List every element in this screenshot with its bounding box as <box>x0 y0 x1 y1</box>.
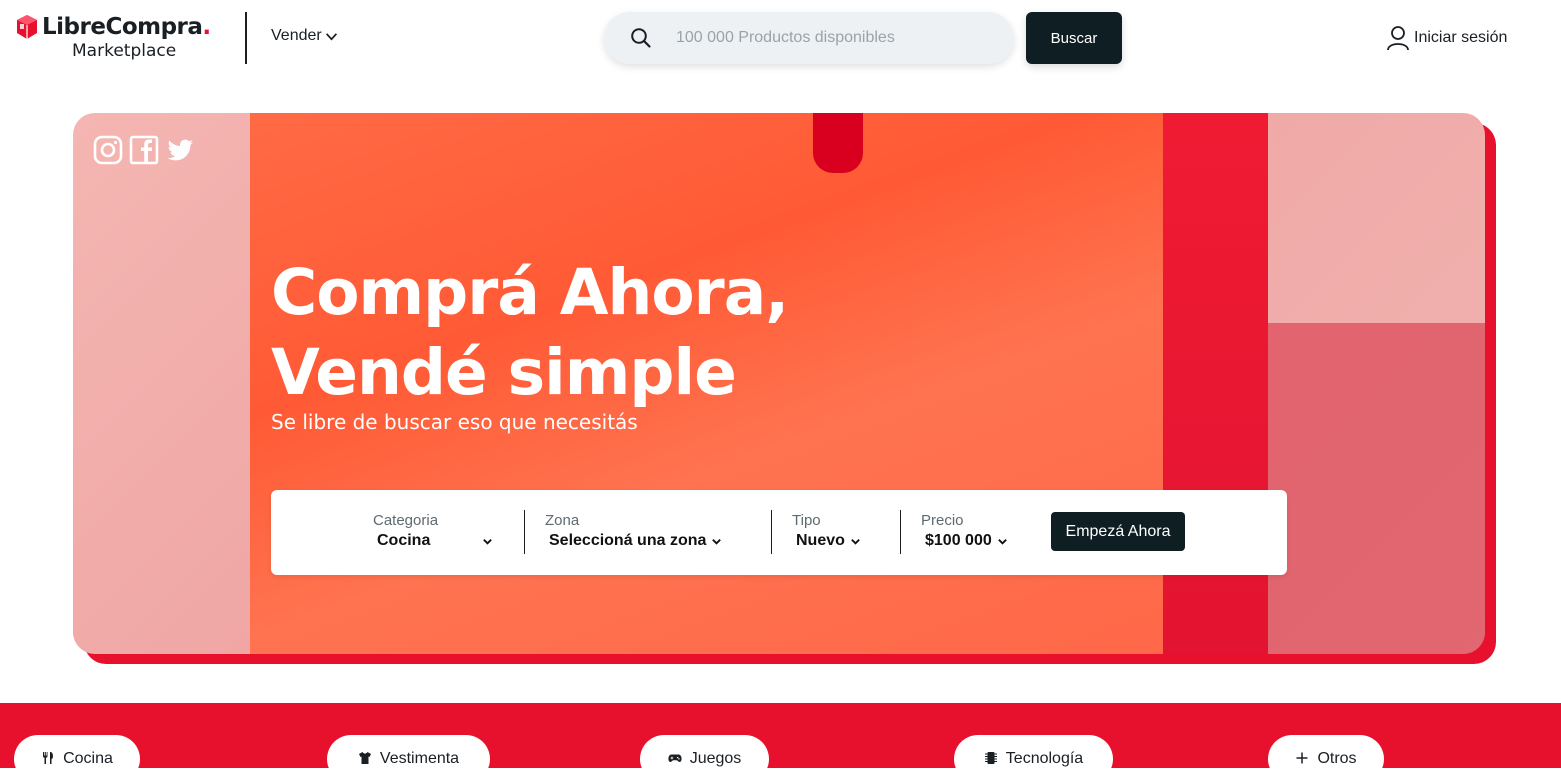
hero-title: Comprá Ahora, Vendé simple <box>271 253 789 413</box>
category-label: Tecnología <box>1005 750 1084 767</box>
utensils-icon <box>43 752 54 764</box>
filter-divider <box>771 510 772 554</box>
login-link[interactable]: Iniciar sesión <box>1386 25 1507 51</box>
search-icon[interactable] <box>630 27 652 49</box>
search-bar <box>604 12 1014 64</box>
categoria-select[interactable]: Categoria Cocina <box>373 512 493 550</box>
category-label: Cocina <box>63 750 113 767</box>
categoria-value: Cocina <box>377 532 431 549</box>
chevron-down-icon <box>483 538 492 545</box>
header-divider <box>245 12 247 64</box>
tipo-value: Nuevo <box>796 532 845 549</box>
zona-value: Seleccioná una zona <box>549 532 707 549</box>
top-header: LibreCompra. Marketplace Vender Buscar I… <box>0 0 1561 80</box>
hero-shadow-shape <box>1268 323 1485 654</box>
hero-title-line1: Comprá Ahora, <box>271 256 789 329</box>
logo-subtitle: Marketplace <box>72 41 177 61</box>
brand-logo[interactable]: LibreCompra. Marketplace <box>16 12 216 64</box>
precio-value: $100 000 <box>925 532 992 549</box>
category-chip-vestimenta[interactable]: Vestimenta <box>327 735 490 783</box>
category-label: Juegos <box>689 750 742 767</box>
hero-bag-ribbon <box>813 113 863 173</box>
search-input[interactable] <box>676 26 996 50</box>
categoria-label: Categoria <box>373 512 439 529</box>
social-links <box>93 135 197 165</box>
category-label: Vestimenta <box>379 750 460 767</box>
chevron-down-icon <box>997 538 1007 545</box>
category-band: Cocina Vestimenta Juegos Tecnología Otro… <box>0 703 1561 783</box>
vender-menu[interactable]: Vender <box>271 27 338 45</box>
category-label: Otros <box>1317 750 1357 767</box>
login-label: Iniciar sesión <box>1414 29 1508 46</box>
shirt-icon <box>358 752 371 764</box>
precio-select[interactable]: Precio $100 000 <box>921 512 1008 550</box>
tipo-select[interactable]: Tipo Nuevo <box>792 512 861 550</box>
logo-title: LibreCompra. <box>42 14 211 40</box>
filter-divider <box>524 510 525 554</box>
logo-box-icon <box>17 15 37 39</box>
category-chip-otros[interactable]: Otros <box>1268 735 1384 783</box>
hero-banner: Comprá Ahora, Vendé simple Se libre de b… <box>73 113 1485 654</box>
tipo-label: Tipo <box>792 512 821 529</box>
start-now-button[interactable]: Empezá Ahora <box>1051 512 1185 551</box>
category-chip-juegos[interactable]: Juegos <box>640 735 769 783</box>
user-icon <box>1387 26 1409 51</box>
chevron-down-icon <box>325 32 337 41</box>
category-chip-cocina[interactable]: Cocina <box>14 735 140 783</box>
filter-divider <box>900 510 901 554</box>
hero-title-line2: Vendé simple <box>271 336 737 409</box>
chevron-down-icon <box>712 538 722 545</box>
zona-select[interactable]: Zona Seleccioná una zona <box>545 512 722 550</box>
chevron-down-icon <box>851 538 860 545</box>
hero-subtitle: Se libre de buscar eso que necesitás <box>271 410 638 434</box>
category-chip-tecnologia[interactable]: Tecnología <box>954 735 1113 783</box>
gamepad-icon <box>668 754 682 762</box>
vender-label: Vender <box>271 27 322 44</box>
twitter-icon[interactable] <box>165 135 197 165</box>
search-button[interactable]: Buscar <box>1026 12 1122 64</box>
precio-label: Precio <box>921 512 964 529</box>
plus-icon <box>1296 752 1308 764</box>
instagram-icon[interactable] <box>93 135 125 165</box>
zona-label: Zona <box>545 512 580 529</box>
facebook-icon[interactable] <box>129 135 161 165</box>
filter-bar: Categoria Cocina Zona Seleccioná una zon… <box>271 490 1287 575</box>
chip-icon <box>984 752 997 764</box>
